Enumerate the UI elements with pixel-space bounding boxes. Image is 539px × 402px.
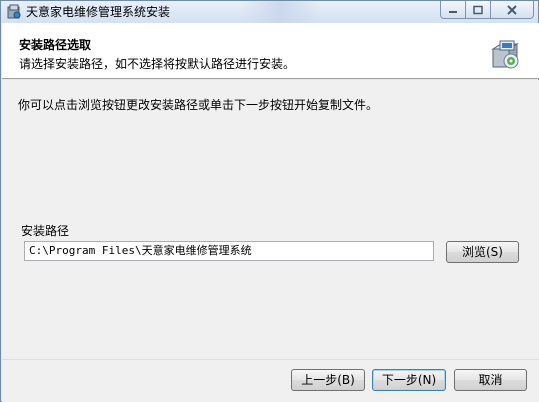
minimize-button[interactable]: [440, 1, 466, 19]
minimize-icon: [449, 10, 457, 13]
page-title: 安装路径选取: [19, 38, 92, 52]
installer-box-icon: [491, 40, 519, 69]
instructions-text: 你可以点击浏览按钮更改安装路径或单击下一步按钮开始复制文件。: [18, 98, 379, 112]
back-button[interactable]: 上一步(B): [291, 369, 365, 391]
content-area: 你可以点击浏览按钮更改安装路径或单击下一步按钮开始复制文件。: [2, 80, 539, 359]
next-button[interactable]: 下一步(N): [372, 369, 446, 391]
cancel-button[interactable]: 取消: [454, 369, 527, 391]
installer-window: 天意家电维修管理系统安装 安装路径选取 请选择安装路径，如不选择将按默认路径进行…: [0, 0, 539, 402]
footer-bar: 上一步(B) 下一步(N) 取消: [2, 360, 539, 402]
title-bar[interactable]: 天意家电维修管理系统安装: [1, 1, 538, 23]
installer-app-icon: [7, 4, 21, 19]
browse-button[interactable]: 浏览(S): [446, 241, 519, 263]
install-path-input[interactable]: C:\Program Files\天意家电维修管理系统: [24, 241, 434, 261]
caption-buttons: [440, 1, 534, 20]
install-path-label: 安装路径: [21, 224, 70, 238]
maximize-icon: [473, 5, 483, 14]
page-subtitle: 请选择安装路径，如不选择将按默认路径进行安装。: [19, 57, 296, 71]
close-icon: [507, 4, 517, 15]
close-button[interactable]: [491, 1, 534, 19]
maximize-button[interactable]: [466, 1, 491, 19]
header-banner: 安装路径选取 请选择安装路径，如不选择将按默认路径进行安装。: [2, 23, 539, 79]
window-title: 天意家电维修管理系统安装: [26, 5, 171, 19]
